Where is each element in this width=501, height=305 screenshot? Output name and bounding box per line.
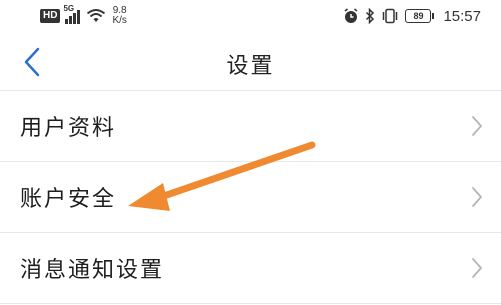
settings-item-label: 用户资料 [20, 116, 117, 141]
status-right: 89 15:57 [343, 6, 481, 26]
settings-list: 用户资料 账户安全 消息通知设置 [0, 91, 501, 304]
status-time: 15:57 [443, 7, 481, 25]
speed-unit: K/s [112, 15, 127, 26]
settings-item-account-security[interactable]: 账户安全 [0, 162, 501, 233]
wifi-icon [87, 9, 106, 22]
settings-item-user-profile[interactable]: 用户资料 [0, 91, 501, 162]
settings-item-label: 账户安全 [20, 187, 117, 212]
signal-icon: 5G [63, 4, 81, 24]
bluetooth-icon [366, 8, 375, 24]
network-speed: 9.8 K/s [112, 6, 126, 26]
status-bar: HD 5G 9.8 K/s 89 15:57 [0, 0, 501, 34]
alarm-icon [344, 8, 358, 23]
battery-level: 89 [413, 11, 424, 21]
vibrate-icon [383, 8, 398, 24]
chevron-right-icon [472, 116, 482, 136]
settings-item-label: 消息通知设置 [20, 258, 165, 283]
hd-badge: HD [40, 9, 61, 23]
settings-item-notifications[interactable]: 消息通知设置 [0, 233, 501, 304]
chevron-right-icon [472, 258, 482, 278]
nav-bar: 设置 [0, 34, 501, 91]
battery-icon: 89 [405, 9, 435, 23]
status-left: HD 5G 9.8 K/s [40, 4, 127, 28]
page-title: 设置 [226, 54, 275, 79]
signal-tag: 5G [63, 4, 75, 13]
chevron-right-icon [472, 187, 482, 207]
